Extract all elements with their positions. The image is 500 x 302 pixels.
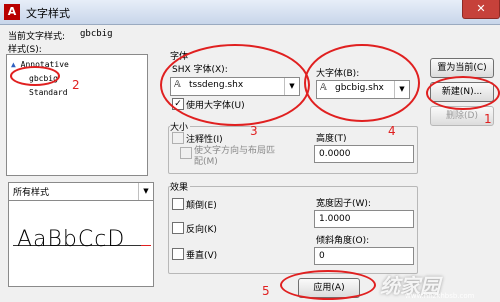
upside-down-checkbox[interactable] [172,198,184,210]
height-label: 高度(T) [316,134,347,144]
height-input[interactable]: 0.0000 [314,145,414,163]
annotation-number: 5 [262,284,270,298]
autocad-logo-icon: A [4,4,20,20]
current-style-label: 当前文字样式: [8,32,66,42]
list-item[interactable]: Standard [29,88,68,97]
vertical-label: 垂直(V) [186,251,218,261]
annotation-circle [10,66,60,86]
annotation-circle [304,44,420,122]
current-style-value: gbcbig [80,29,113,39]
annotative-icon: ▲ [11,60,16,69]
window-title: 文字样式 [26,7,70,20]
oblique-angle-input[interactable]: 0 [314,247,414,265]
vertical-checkbox[interactable] [172,248,184,260]
title-bar [0,0,500,25]
effects-group-label: 效果 [170,180,191,193]
style-filter-select[interactable]: 所有样式 ▼ [8,182,154,201]
match-orientation-checkbox[interactable] [180,147,192,159]
set-current-button[interactable]: 置为当前(C) [430,58,494,78]
chevron-down-icon: ▼ [138,183,153,200]
annotative-label: 注释性(I) [186,135,223,145]
annotation-number: 4 [388,124,396,138]
annotation-number: 1 [484,112,492,126]
upside-down-label: 颠倒(E) [186,201,217,211]
width-factor-input[interactable]: 1.0000 [314,210,414,228]
backwards-label: 反向(K) [186,225,217,235]
backwards-checkbox[interactable] [172,222,184,234]
annotation-circle [160,44,310,126]
close-button[interactable]: ✕ [462,0,500,19]
annotation-circle [280,270,376,300]
watermark-url: www.hnzkhbsb.com [405,292,475,300]
match-orientation-label: 使文字方向与布局匹配(M) [194,146,276,167]
preview-box: AaBbCcD [8,200,154,287]
oblique-angle-label: 倾斜角度(O): [316,236,370,246]
annotative-checkbox[interactable] [172,132,184,144]
annotation-circle [426,76,500,110]
preview-text: AaBbCcD [17,227,126,252]
annotation-number: 2 [72,78,80,92]
width-factor-label: 宽度因子(W): [316,199,371,209]
annotation-number: 3 [250,124,258,138]
